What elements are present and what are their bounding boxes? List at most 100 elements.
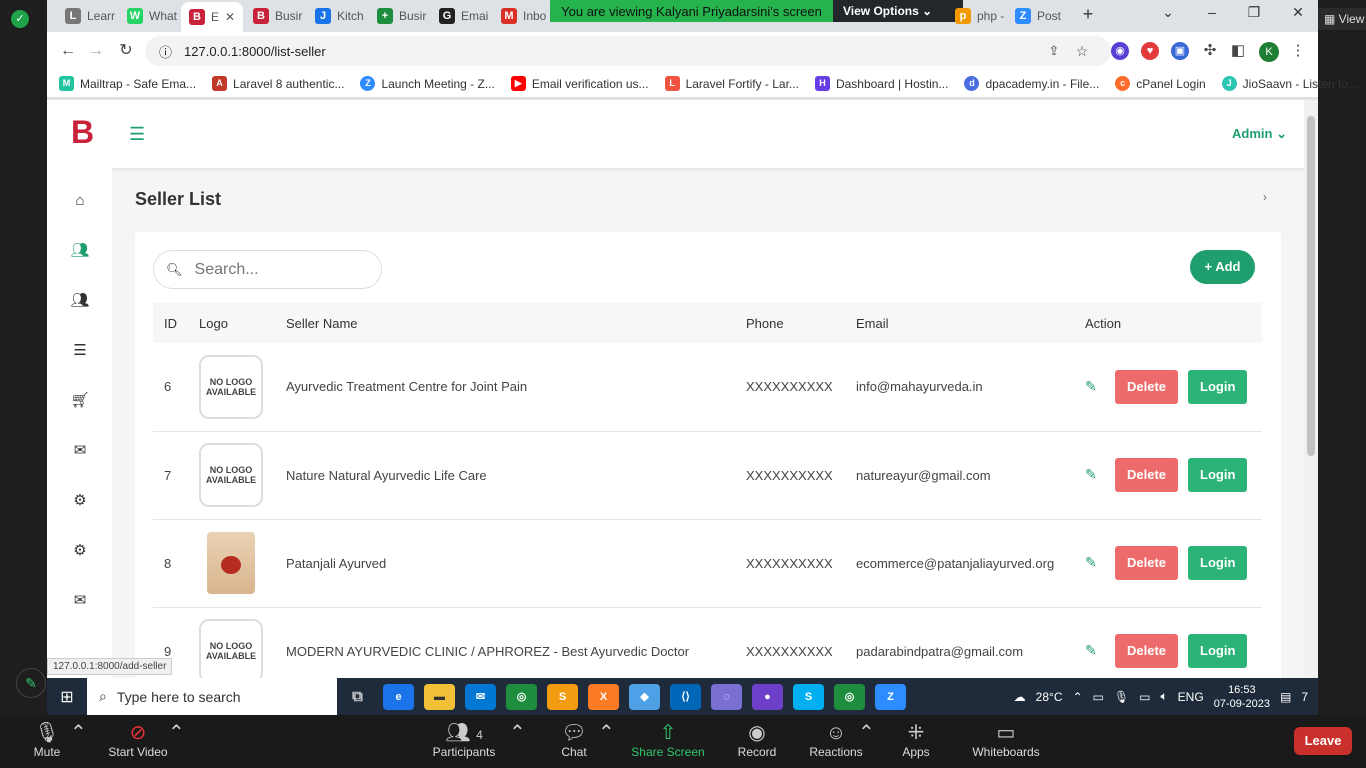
sellers-users-icon[interactable]: 👥︎ — [69, 240, 91, 262]
taskbar-search[interactable]: ⌕ Type here to search — [87, 678, 337, 715]
edit-pencil-icon[interactable]: ✎ — [1085, 466, 1109, 483]
delete-button[interactable]: Delete — [1115, 458, 1179, 492]
bookmark-item[interactable]: M Mailtrap - Safe Ema... — [59, 76, 196, 91]
edge-icon[interactable]: e — [383, 683, 414, 710]
minimize-icon[interactable]: – — [1197, 4, 1227, 20]
file-explorer-icon[interactable]: ▬ — [424, 683, 455, 710]
video-options-caret-icon[interactable]: ⌃ — [168, 721, 185, 745]
puzzle-extensions-icon[interactable]: ✣ — [1201, 42, 1219, 60]
scrollbar-thumb[interactable] — [1307, 116, 1315, 456]
notification-icon[interactable]: ▤ — [1280, 690, 1291, 704]
maximize-icon[interactable]: ❐ — [1239, 4, 1269, 21]
tab-business[interactable]: B Busir — [245, 4, 307, 28]
customers-users-icon[interactable]: 👥︎ — [69, 290, 91, 312]
whiteboards-button[interactable]: ▭ Whiteboards — [970, 721, 1042, 759]
delete-button[interactable]: Delete — [1115, 634, 1179, 668]
tab-github[interactable]: G Emai — [431, 4, 493, 28]
bookmark-item[interactable]: ▶ Email verification us... — [510, 76, 649, 91]
github-desktop-icon[interactable]: ● — [752, 683, 783, 710]
mute-button[interactable]: 🎙︎ Mute — [30, 721, 64, 759]
bookmark-item[interactable]: H Dashboard | Hostin... — [814, 76, 948, 91]
tab-search-chevron-icon[interactable]: ⌄ — [1153, 4, 1183, 21]
tab-gmail[interactable]: M Inbo — [493, 4, 551, 28]
new-tab-icon[interactable]: + — [1073, 4, 1103, 25]
battery-icon[interactable]: ▭ — [1139, 690, 1150, 704]
side-panel-icon[interactable]: ◧ — [1229, 42, 1247, 60]
forward-icon[interactable]: → — [85, 40, 107, 62]
hamburger-menu-icon[interactable]: ☰ — [129, 124, 145, 145]
bookmark-item[interactable]: J JioSaavn - Listen to... — [1221, 76, 1358, 91]
cart-icon[interactable]: 🛒︎ — [69, 390, 91, 412]
close-window-icon[interactable]: ✕ — [1283, 4, 1313, 21]
delete-button[interactable]: Delete — [1115, 369, 1179, 404]
tab-learn[interactable]: L Learr — [57, 4, 119, 28]
windows-start-icon[interactable]: ⊞ — [47, 687, 87, 707]
chrome-profile-icon[interactable]: ◎ — [834, 683, 865, 710]
edit-pencil-icon[interactable]: ✎ — [1085, 378, 1109, 395]
search-input[interactable] — [194, 260, 365, 279]
participants-caret-icon[interactable]: ⌃ — [509, 721, 526, 745]
start-video-button[interactable]: ⊘ Start Video — [104, 721, 172, 759]
gear-icon[interactable]: ⚙ — [69, 490, 91, 512]
bookmark-item[interactable]: c cPanel Login — [1115, 76, 1206, 91]
record-button[interactable]: ◉ Record — [734, 721, 780, 759]
zoom-view-button[interactable]: ▦ View — [1318, 8, 1366, 30]
tab-post[interactable]: Z Post — [1007, 4, 1071, 28]
site-info-icon[interactable]: ⓘ — [159, 42, 172, 61]
weather-temp[interactable]: 28°C — [1036, 690, 1063, 704]
admin-menu[interactable]: Admin ⌄ — [1232, 126, 1287, 142]
mail-icon[interactable]: ✉ — [69, 440, 91, 462]
leave-button[interactable]: Leave — [1294, 727, 1352, 755]
task-view-icon[interactable]: ⧉ — [342, 684, 373, 710]
network-icon[interactable]: ▭ — [1093, 690, 1104, 704]
edit-pencil-icon[interactable]: ✎ — [1085, 642, 1109, 659]
login-button[interactable]: Login — [1188, 458, 1248, 492]
list-icon[interactable]: ☰ — [69, 340, 91, 362]
tab-php[interactable]: p php - — [947, 4, 1007, 28]
profile-avatar[interactable]: K — [1259, 42, 1279, 62]
apps-button[interactable]: ⁜ Apps — [898, 721, 934, 759]
annotate-pencil-icon[interactable]: ✎ — [16, 668, 46, 698]
sublime-icon[interactable]: S — [547, 683, 578, 710]
tab-close-icon[interactable]: ✕ — [225, 10, 235, 24]
extension-icon[interactable]: ♥ — [1141, 42, 1159, 60]
bookmark-item[interactable]: d dpacademy.in - File... — [964, 76, 1099, 91]
extension-icon[interactable]: ▣ — [1171, 42, 1189, 60]
extension-icon[interactable]: ◉ — [1111, 42, 1129, 60]
brand-logo[interactable]: B — [71, 114, 94, 151]
edit-pencil-icon[interactable]: ✎ — [1085, 554, 1109, 571]
weather-icon[interactable]: ☁ — [1014, 690, 1026, 704]
bookmark-item[interactable]: L Laravel Fortify - Lar... — [664, 76, 799, 91]
bookmark-star-icon[interactable]: ☆ — [1071, 40, 1093, 62]
tab-whatsapp[interactable]: W What — [119, 4, 181, 28]
xampp-icon[interactable]: X — [588, 683, 619, 710]
tray-chevron-up-icon[interactable]: ⌃ — [1072, 690, 1082, 704]
back-icon[interactable]: ← — [57, 40, 79, 62]
app-icon[interactable]: ◆ — [629, 683, 660, 710]
share-screen-button[interactable]: ⇧ Share Screen — [630, 721, 706, 759]
reload-icon[interactable]: ↻ — [115, 40, 137, 62]
chat-caret-icon[interactable]: ⌃ — [598, 721, 615, 745]
app-icon[interactable]: ◌ — [711, 683, 742, 710]
mail-icon[interactable]: ✉ — [69, 590, 91, 612]
tab-active-business[interactable]: B E ✕ — [181, 2, 243, 32]
tab-business-sheet[interactable]: + Busir — [369, 4, 431, 28]
address-bar[interactable]: ⓘ 127.0.0.1:8000/list-seller — [145, 36, 1111, 66]
share-icon[interactable]: ⇪ — [1043, 40, 1065, 62]
reactions-button[interactable]: ☺ Reactions — [808, 721, 864, 759]
add-seller-button[interactable]: + Add — [1190, 250, 1255, 284]
page-scrollbar[interactable] — [1304, 100, 1318, 678]
login-button[interactable]: Login — [1188, 369, 1248, 404]
language-indicator[interactable]: ENG — [1178, 690, 1204, 704]
participants-button[interactable]: 👥︎ 4 Participants — [428, 721, 500, 759]
bookmark-item[interactable]: A Laravel 8 authentic... — [212, 76, 344, 91]
home-icon[interactable]: ⌂ — [69, 190, 91, 212]
search-box[interactable]: 🔍︎ — [153, 250, 382, 289]
chrome-icon[interactable]: ◎ — [506, 683, 537, 710]
login-button[interactable]: Login — [1188, 634, 1248, 668]
reactions-caret-icon[interactable]: ⌃ — [858, 721, 875, 745]
login-button[interactable]: Login — [1188, 546, 1248, 580]
skype-icon[interactable]: S — [793, 683, 824, 710]
tab-kitchen[interactable]: J Kitch — [307, 4, 369, 28]
volume-icon[interactable]: 🔈︎ — [1160, 689, 1167, 704]
